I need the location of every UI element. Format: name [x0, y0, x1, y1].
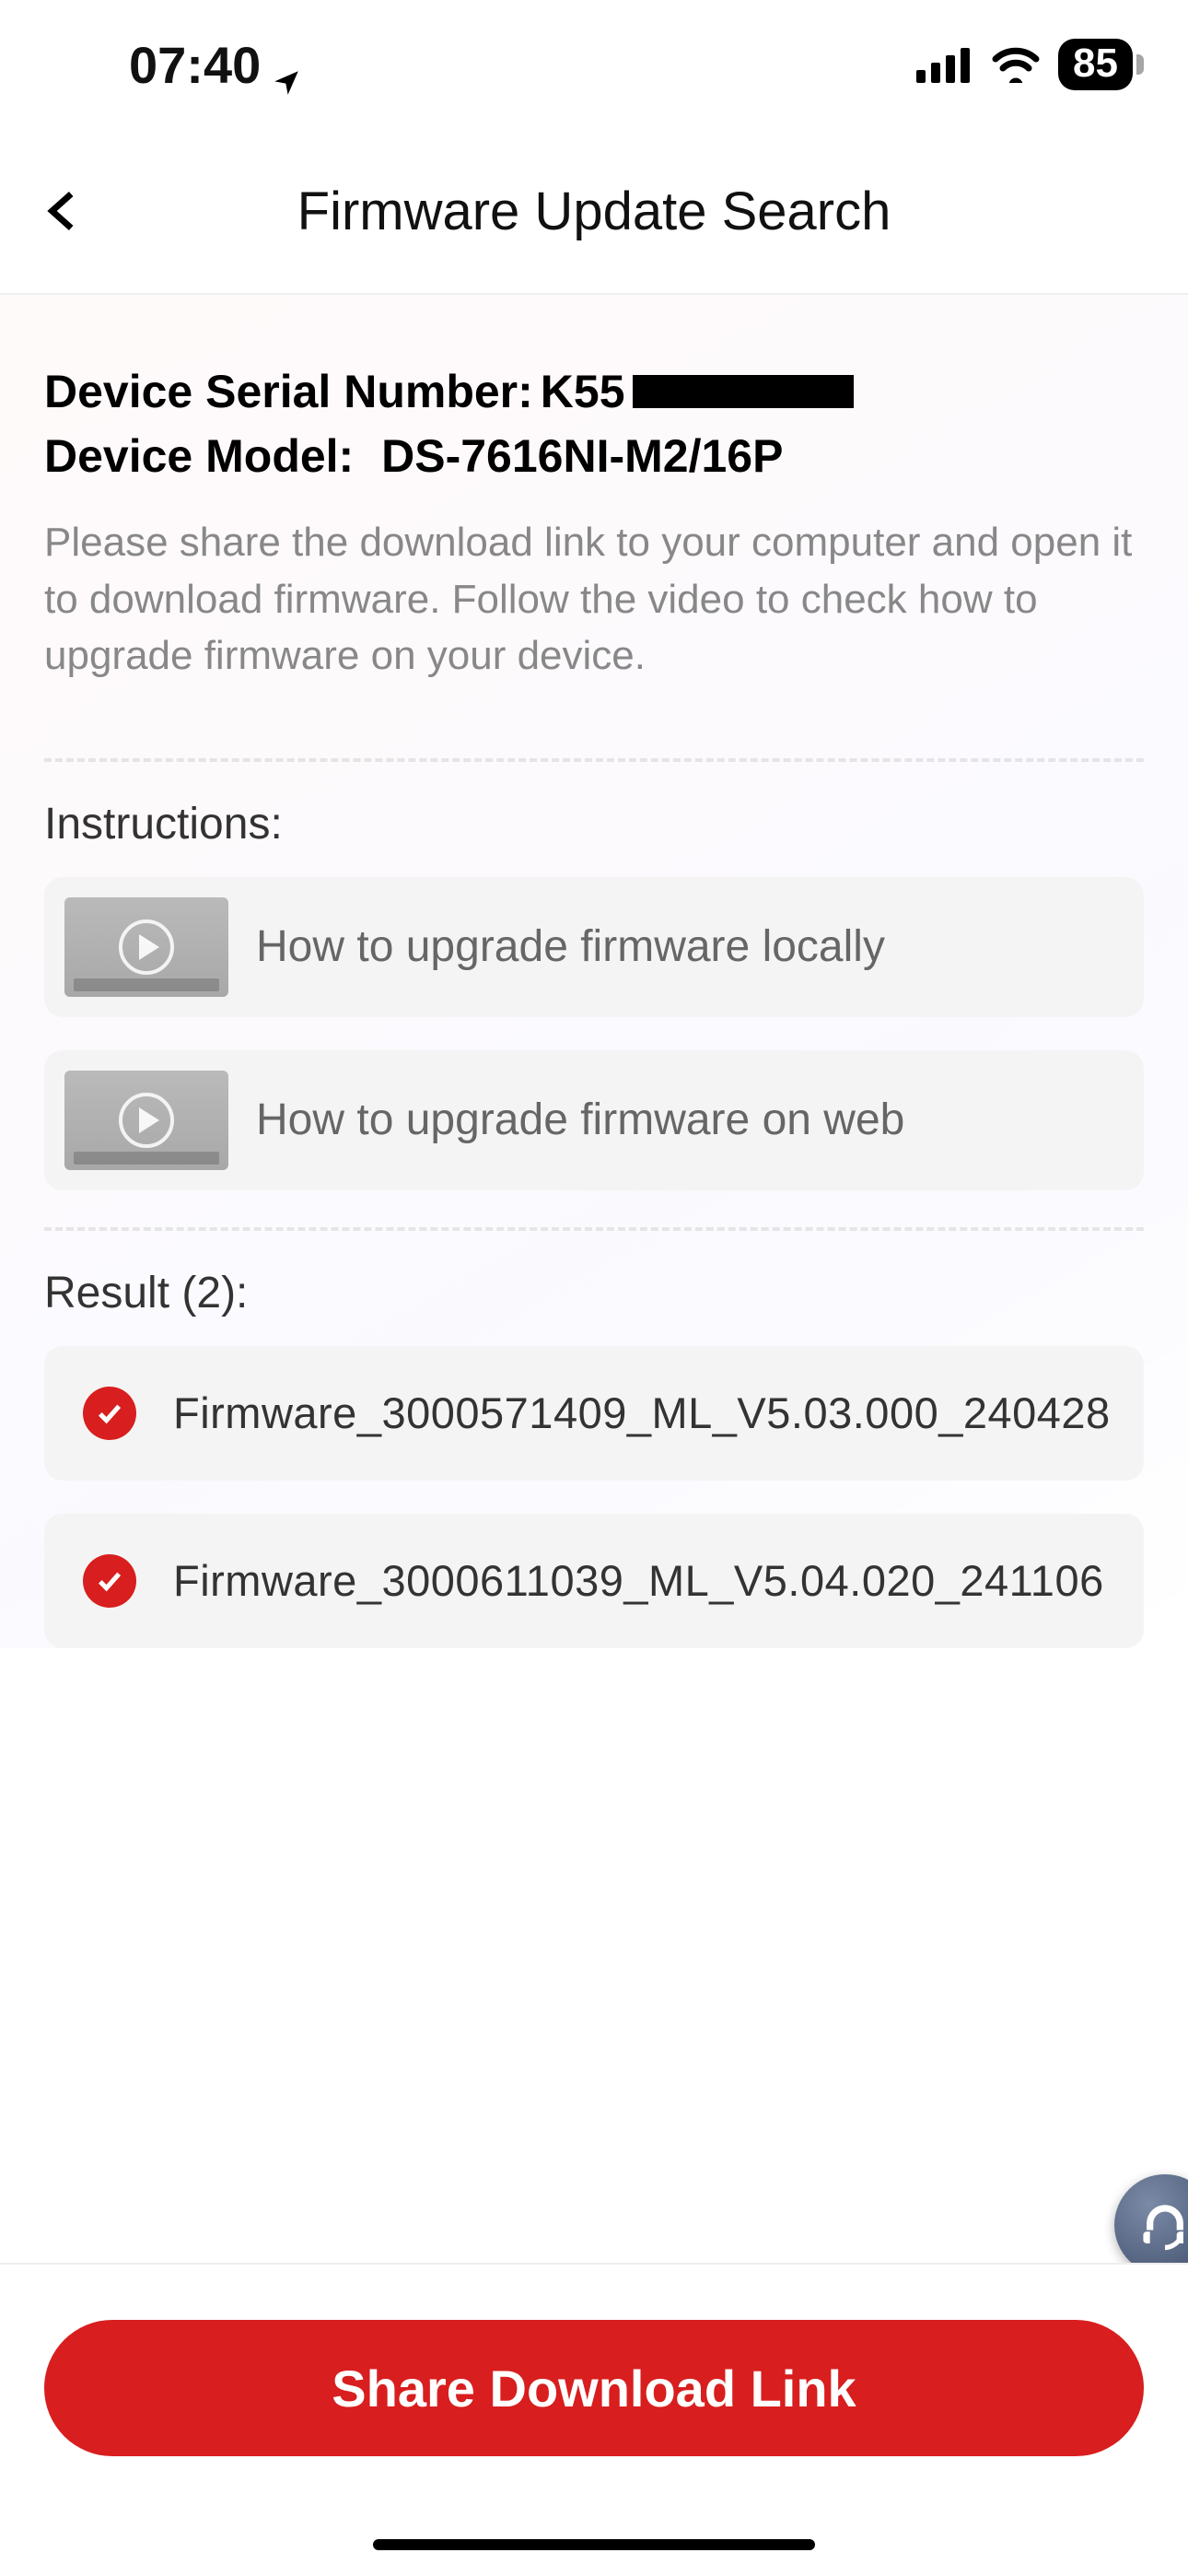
wifi-icon	[990, 46, 1042, 83]
device-serial-row: Device Serial Number: K55	[44, 359, 1144, 424]
status-bar: 07:40 85	[0, 0, 1188, 129]
nav-header: Firmware Update Search	[0, 129, 1188, 295]
separator	[44, 1227, 1144, 1231]
support-fab[interactable]	[1114, 2174, 1188, 2276]
results-label: Result (2):	[44, 1268, 1144, 1318]
bottom-bar: Share Download Link	[0, 2263, 1188, 2576]
device-model-row: Device Model: DS-7616NI-M2/16P	[44, 424, 1144, 488]
battery-icon: 85	[1058, 39, 1133, 90]
separator	[44, 758, 1144, 762]
redaction-block	[633, 375, 854, 408]
device-model-label: Device Model:	[44, 424, 354, 488]
instruction-video-local[interactable]: How to upgrade firmware locally	[44, 877, 1144, 1017]
status-right: 85	[916, 39, 1133, 90]
firmware-name: Firmware_3000571409_ML_V5.03.000_240428	[173, 1388, 1111, 1438]
instructions-label: Instructions:	[44, 799, 1144, 849]
check-icon	[83, 1387, 136, 1440]
status-time: 07:40	[129, 35, 301, 95]
status-time-text: 07:40	[129, 35, 261, 95]
device-info: Device Serial Number: K55 Device Model: …	[44, 295, 1144, 721]
play-icon	[119, 1093, 174, 1148]
share-download-button[interactable]: Share Download Link	[44, 2320, 1144, 2456]
check-icon	[83, 1554, 136, 1608]
device-serial-label: Device Serial Number:	[44, 359, 533, 424]
battery-level-text: 85	[1073, 41, 1118, 86]
page-title: Firmware Update Search	[297, 181, 891, 242]
home-indicator[interactable]	[373, 2539, 815, 2550]
instruction-title: How to upgrade firmware locally	[256, 921, 885, 972]
video-thumbnail	[64, 897, 228, 997]
back-button[interactable]	[26, 174, 99, 248]
instruction-video-web[interactable]: How to upgrade firmware on web	[44, 1050, 1144, 1190]
device-model-value: DS-7616NI-M2/16P	[381, 424, 783, 488]
video-thumbnail	[64, 1071, 228, 1170]
instruction-title: How to upgrade firmware on web	[256, 1095, 904, 1145]
firmware-result-item[interactable]: Firmware_3000611039_ML_V5.04.020_241106	[44, 1514, 1144, 1648]
device-serial-value: K55	[541, 359, 625, 424]
content-area: Device Serial Number: K55 Device Model: …	[0, 295, 1188, 1648]
location-icon	[272, 50, 301, 79]
firmware-result-item[interactable]: Firmware_3000571409_ML_V5.03.000_240428	[44, 1346, 1144, 1481]
play-icon	[119, 919, 174, 975]
cellular-icon	[916, 46, 973, 83]
help-text: Please share the download link to your c…	[44, 514, 1144, 685]
firmware-name: Firmware_3000611039_ML_V5.04.020_241106	[173, 1555, 1104, 1606]
